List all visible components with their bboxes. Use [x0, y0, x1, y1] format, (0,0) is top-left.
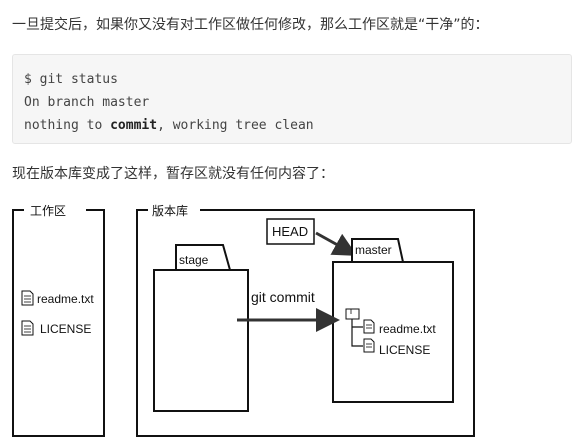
code-keyword: commit [110, 118, 158, 133]
master-file: LICENSE [379, 343, 430, 357]
head-arrow [315, 231, 358, 256]
master-folder [332, 238, 454, 403]
git-diagram: 工作区 readme.txt LICENSE 版本库 HEAD stage ma… [12, 203, 475, 437]
file-icon [363, 338, 375, 353]
master-label: master [355, 243, 392, 257]
code-line: $ git status [24, 72, 118, 87]
file-icon [363, 319, 375, 334]
workspace-file: LICENSE [40, 322, 91, 336]
head-label: HEAD [272, 224, 308, 239]
code-line: nothing to commit, working tree clean [24, 118, 314, 133]
file-icon [21, 320, 34, 336]
commit-label: git commit [251, 289, 315, 305]
master-file: readme.txt [379, 322, 436, 336]
repository-label: 版本库 [152, 203, 188, 218]
workspace-label: 工作区 [30, 204, 66, 218]
after-paragraph: 现在版本库变成了这样，暂存区就没有任何内容了： [12, 166, 334, 182]
intro-paragraph: 一旦提交后，如果你又没有对工作区做任何修改，那么工作区就是“干净”的： [12, 17, 489, 33]
folder-icon [345, 308, 360, 320]
code-line: On branch master [24, 95, 150, 110]
workspace-file: readme.txt [37, 292, 94, 306]
code-block: $ git status On branch master nothing to… [12, 54, 572, 144]
stage-label: stage [179, 253, 209, 267]
file-icon [21, 290, 34, 306]
